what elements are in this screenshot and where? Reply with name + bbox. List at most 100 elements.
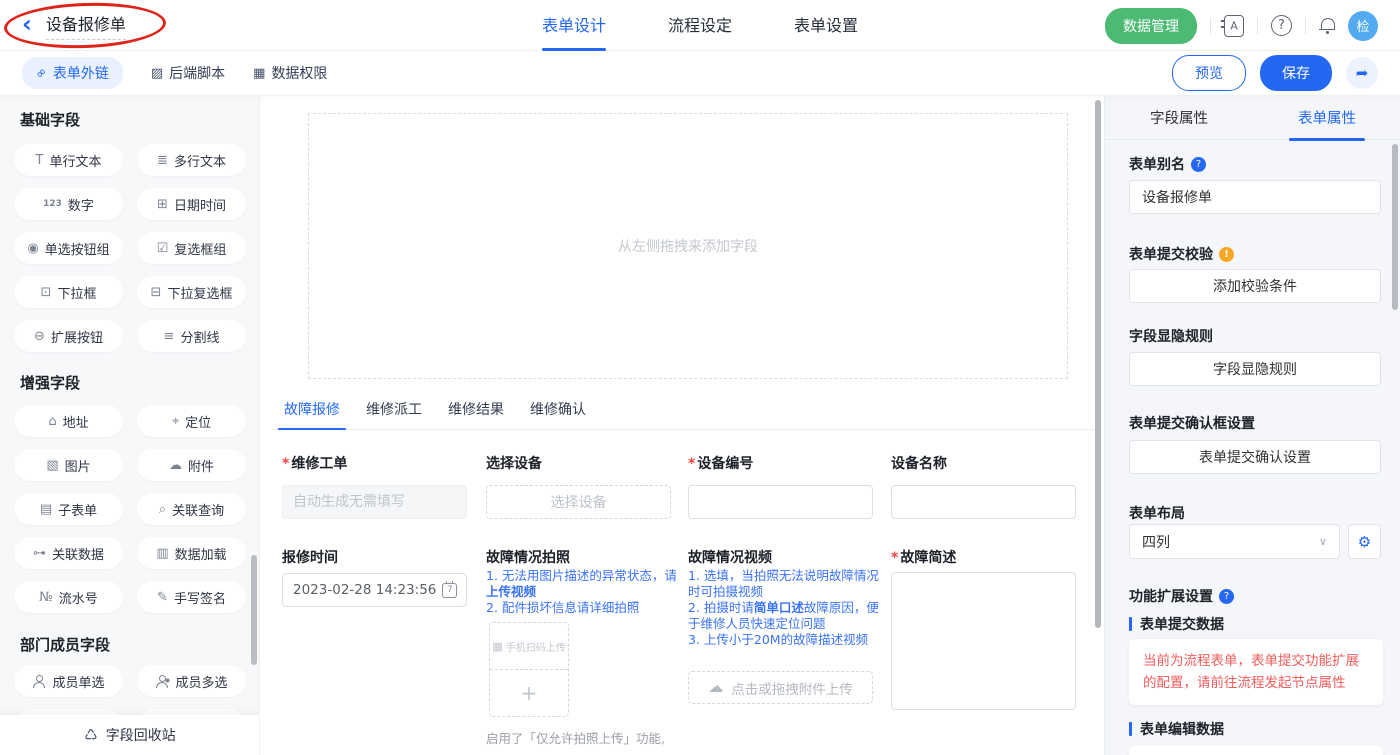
submit-confirm-button[interactable]: 表单提交确认设置 (1129, 440, 1381, 474)
toolbar-right: 预览 保存 ➦ (1172, 55, 1378, 91)
divider-icon: ≡ (164, 330, 175, 343)
data-permission-button[interactable]: ▦ 数据权限 (253, 63, 327, 83)
bar-chart-icon: ▥ (156, 547, 168, 560)
text-icon: T (36, 154, 44, 167)
edit-data-section-title: 表单编辑数据 (1129, 719, 1224, 739)
tab-fault-report[interactable]: 故障报修 (284, 399, 340, 429)
tab-repair-dispatch[interactable]: 维修派工 (366, 399, 422, 429)
sidebar-item-datetime[interactable]: ⊞ 日期时间 (137, 188, 246, 220)
tab-field-properties[interactable]: 字段属性 (1105, 96, 1253, 139)
bell-clapper (1326, 31, 1329, 34)
panel-scrollbar-thumb[interactable] (1392, 144, 1398, 310)
item-label: 单行文本 (49, 151, 101, 170)
sidebar-item-relation-query[interactable]: ⌕ 关联查询 (137, 493, 246, 525)
sidebar-item-image[interactable]: ▧ 图片 (14, 449, 123, 481)
hint-line: 上传视频 (486, 584, 684, 600)
canvas-scrollbar-thumb[interactable] (1095, 100, 1101, 628)
add-photo-button[interactable]: + (490, 670, 568, 716)
sidebar-item-extend-button[interactable]: ⊖ 扩展按钮 (14, 320, 123, 352)
cloud-icon: ☁ (169, 459, 182, 472)
sidebar-item-member-single[interactable]: 成员单选 (14, 665, 123, 697)
sidebar-item-radio-group[interactable]: ◉ 单选按钮组 (14, 232, 123, 264)
image-icon: ▧ (46, 459, 58, 472)
sidebar-item-location[interactable]: ⌖ 定位 (137, 405, 246, 437)
back-icon[interactable]: ‹ (22, 12, 32, 36)
preview-button[interactable]: 预览 (1172, 55, 1246, 91)
label-text: 表单提交确认框设置 (1129, 413, 1255, 433)
contacts-icon[interactable] (1224, 15, 1244, 37)
form-dropzone[interactable]: 从左侧拖拽来添加字段 (308, 113, 1068, 379)
hint-line: 2. 拍摄时请简单口述故障原因，便 (688, 600, 886, 616)
tab-form-design[interactable]: 表单设计 (542, 0, 606, 51)
data-manage-button[interactable]: 数据管理 (1105, 8, 1197, 44)
save-button[interactable]: 保存 (1260, 55, 1332, 91)
fault-video-hints: 1. 选填，当拍照无法说明故障情况 时可拍摄视频 2. 拍摄时请简单口述故障原因… (688, 568, 886, 648)
tab-repair-confirm[interactable]: 维修确认 (530, 399, 586, 429)
item-label: 成员单选 (52, 672, 104, 691)
device-name-input[interactable] (891, 485, 1076, 519)
sidebar-item-subform[interactable]: ▤ 子表单 (14, 493, 123, 525)
backend-script-button[interactable]: ▨ 后端脚本 (151, 63, 225, 83)
sidebar-item-single-line-text[interactable]: T 单行文本 (14, 144, 123, 176)
sidebar-item-divider-line[interactable]: ≡ 分割线 (137, 320, 246, 352)
item-label: 关联数据 (52, 544, 104, 563)
item-label: 分割线 (180, 327, 219, 346)
help-icon[interactable]: ? (1271, 15, 1292, 36)
sidebar-item-multi-dropdown[interactable]: ⊟ 下拉复选框 (137, 276, 246, 308)
sidebar-item-member-multi[interactable]: 成员多选 (137, 665, 246, 697)
fault-desc-textarea[interactable] (891, 572, 1076, 710)
question-icon[interactable]: ? (1191, 157, 1206, 172)
sidebar-item-serial-number[interactable]: № 流水号 (14, 581, 123, 613)
scan-upload-button[interactable]: ▦ 手机扫码上传 (490, 623, 568, 670)
label-text: 字段显隐规则 (1129, 326, 1213, 346)
question-icon[interactable]: ? (1219, 589, 1234, 604)
form-external-link-button[interactable]: ∞ 表单外链 (22, 57, 123, 89)
photo-upload-widget[interactable]: ▦ 手机扫码上传 + (489, 622, 569, 717)
field-label-fault-desc: *故障简述 (891, 547, 956, 567)
button-label: 表单提交确认设置 (1199, 447, 1311, 467)
layout-settings-button[interactable]: ⚙ (1348, 524, 1381, 559)
hint-line: 3. 上传小于20M的故障描述视频 (688, 632, 886, 648)
share-button[interactable]: ➦ (1346, 57, 1378, 89)
tab-form-setting[interactable]: 表单设置 (794, 0, 858, 51)
notifications-bell-icon[interactable] (1319, 17, 1335, 34)
photo-upload-note: 启用了「仅允许拍照上传」功能, (486, 728, 665, 747)
warning-icon[interactable]: ! (1219, 247, 1234, 262)
item-label: 子表单 (58, 500, 97, 519)
avatar[interactable]: 检 (1348, 11, 1378, 41)
multiline-text-icon: ≣ (157, 154, 168, 167)
visibility-rule-button[interactable]: 字段显隐规则 (1129, 352, 1381, 386)
tab-flow-setting[interactable]: 流程设定 (668, 0, 732, 51)
tab-repair-result[interactable]: 维修结果 (448, 399, 504, 429)
section-text: 表单提交数据 (1140, 614, 1224, 634)
item-label: 下拉复选框 (167, 283, 232, 302)
sidebar-item-number[interactable]: 123 数字 (14, 188, 123, 220)
work-order-input[interactable] (282, 485, 467, 519)
form-alias-input[interactable] (1129, 180, 1381, 214)
add-check-condition-button[interactable]: 添加校验条件 (1129, 269, 1381, 303)
data-permission-label: 数据权限 (271, 63, 327, 83)
attachment-upload-button[interactable]: ☁ ↑ 点击或拖拽附件上传 (688, 671, 873, 704)
report-time-picker[interactable]: 2023-02-28 14:23:56 7 (282, 573, 467, 607)
tab-form-properties[interactable]: 表单属性 (1253, 96, 1400, 139)
form-design-canvas: 从左侧拖拽来添加字段 故障报修 维修派工 维修结果 维修确认 *维修工单 选择设… (260, 96, 1104, 755)
field-recycle-bin[interactable]: ♺ 字段回收站 (0, 715, 260, 755)
sidebar-scrollbar-thumb[interactable] (251, 555, 257, 665)
sidebar-item-dropdown[interactable]: ⊡ 下拉框 (14, 276, 123, 308)
sidebar-item-address[interactable]: ⌂ 地址 (14, 405, 123, 437)
properties-tabs: 字段属性 表单属性 (1105, 96, 1400, 140)
item-label: 成员多选 (175, 672, 227, 691)
device-code-input[interactable] (688, 485, 873, 519)
sidebar-item-attachment[interactable]: ☁ 附件 (137, 449, 246, 481)
sidebar-item-checkbox-group[interactable]: ☑ 复选框组 (137, 232, 246, 264)
required-asterisk: * (688, 456, 695, 472)
chain-link-icon: ⊶ (33, 547, 46, 560)
sidebar-item-signature[interactable]: ✎ 手写签名 (137, 581, 246, 613)
select-device-button[interactable]: 选择设备 (486, 485, 671, 519)
layout-select[interactable]: 四列 ∨ (1129, 524, 1340, 559)
sidebar-item-relation-data[interactable]: ⊶ 关联数据 (14, 537, 123, 569)
sidebar-item-data-load[interactable]: ▥ 数据加载 (137, 537, 246, 569)
button-label: 添加校验条件 (1213, 276, 1297, 296)
address-icon: ⌂ (48, 415, 56, 428)
sidebar-item-multi-line-text[interactable]: ≣ 多行文本 (137, 144, 246, 176)
